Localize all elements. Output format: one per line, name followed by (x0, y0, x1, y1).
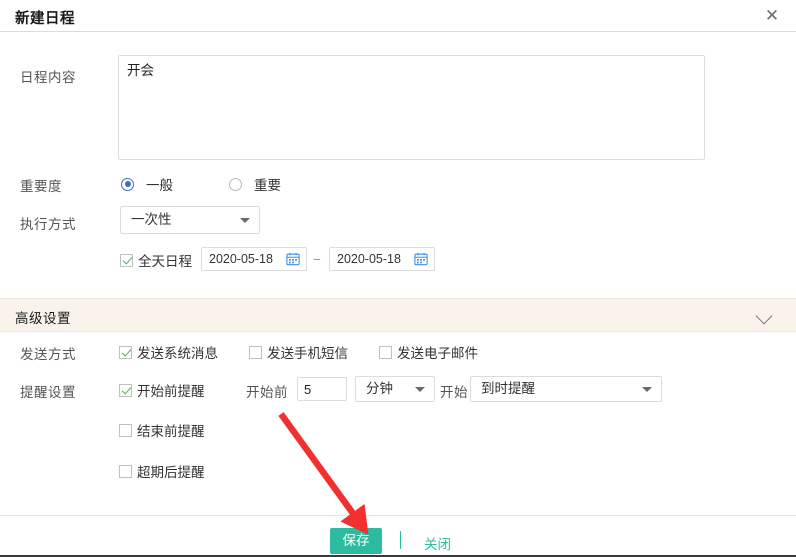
checkbox-send-system-message[interactable]: 发送系统消息 (119, 342, 218, 362)
allday-checkbox[interactable]: 全天日程 (120, 250, 192, 270)
start-date-input[interactable]: 2020-05-18 (201, 247, 307, 271)
start-date-value: 2020-05-18 (209, 252, 273, 266)
checkbox-remind-after-overdue[interactable]: 超期后提醒 (119, 461, 205, 481)
reminder-settings-label: 提醒设置 (20, 385, 76, 400)
remind-before-start-label: 开始前提醒 (137, 384, 205, 399)
content-label: 日程内容 (20, 70, 76, 85)
calendar-icon (286, 252, 300, 266)
reminder-start-label: 开始 (440, 385, 468, 400)
end-date-input[interactable]: 2020-05-18 (329, 247, 435, 271)
remind-before-end-label: 结束前提醒 (137, 424, 205, 439)
send-sms-check-icon (249, 345, 262, 359)
radio-important-icon (229, 177, 242, 191)
send-system-message-check-icon (119, 345, 132, 359)
dialog-header: 新建日程 ✕ (0, 0, 796, 32)
page-title: 新建日程 (15, 11, 75, 27)
checkbox-send-email[interactable]: 发送电子邮件 (379, 342, 478, 362)
chevron-down-icon (415, 387, 425, 392)
save-button[interactable]: 保存 (330, 528, 382, 554)
execution-label: 执行方式 (20, 217, 76, 232)
radio-importance-normal[interactable]: 一般 (121, 174, 173, 194)
radio-normal-label: 一般 (146, 178, 173, 193)
chevron-down-icon (240, 218, 250, 223)
radio-importance-important[interactable]: 重要 (229, 174, 281, 194)
reminder-mode-select[interactable]: 到时提醒 (470, 376, 662, 402)
remind-before-end-check-icon (119, 423, 132, 437)
execution-select[interactable]: 一次性 (120, 206, 260, 234)
radio-important-label: 重要 (254, 178, 281, 193)
execution-select-value: 一次性 (131, 212, 172, 227)
before-start-prefix-label: 开始前 (246, 385, 288, 400)
remind-after-overdue-label: 超期后提醒 (137, 465, 205, 480)
footer-divider (400, 531, 401, 549)
close-icon[interactable]: ✕ (760, 4, 784, 28)
importance-label: 重要度 (20, 179, 62, 194)
checkbox-send-sms[interactable]: 发送手机短信 (249, 342, 348, 362)
schedule-content-input[interactable] (118, 55, 705, 160)
radio-normal-icon (121, 177, 134, 191)
checkbox-remind-before-end[interactable]: 结束前提醒 (119, 420, 205, 440)
remind-after-overdue-check-icon (119, 464, 132, 478)
calendar-icon (414, 252, 428, 266)
send-sms-label: 发送手机短信 (267, 346, 348, 361)
advanced-settings-header[interactable]: 高级设置 (0, 298, 796, 332)
allday-check-icon (120, 253, 133, 267)
checkbox-remind-before-start[interactable]: 开始前提醒 (119, 380, 205, 400)
reminder-unit-value: 分钟 (366, 381, 393, 396)
send-email-check-icon (379, 345, 392, 359)
close-button[interactable]: 关闭 (424, 533, 451, 553)
dialog-footer: 保存 关闭 (0, 515, 796, 557)
send-method-label: 发送方式 (20, 347, 76, 362)
send-email-label: 发送电子邮件 (397, 346, 478, 361)
reminder-unit-select[interactable]: 分钟 (355, 376, 435, 402)
date-range-separator: -- (313, 251, 321, 266)
chevron-down-icon (642, 387, 652, 392)
advanced-settings-title: 高级设置 (15, 311, 71, 326)
reminder-amount-input[interactable] (297, 377, 347, 401)
end-date-value: 2020-05-18 (337, 252, 401, 266)
remind-before-start-check-icon (119, 383, 132, 397)
reminder-mode-value: 到时提醒 (481, 381, 535, 396)
chevron-down-icon (755, 307, 773, 325)
send-system-message-label: 发送系统消息 (137, 346, 218, 361)
new-schedule-dialog: 新建日程 ✕ 日程内容 重要度 一般 重要 执行方式 一次性 全天日程 2020… (0, 0, 796, 557)
allday-label: 全天日程 (138, 254, 192, 269)
